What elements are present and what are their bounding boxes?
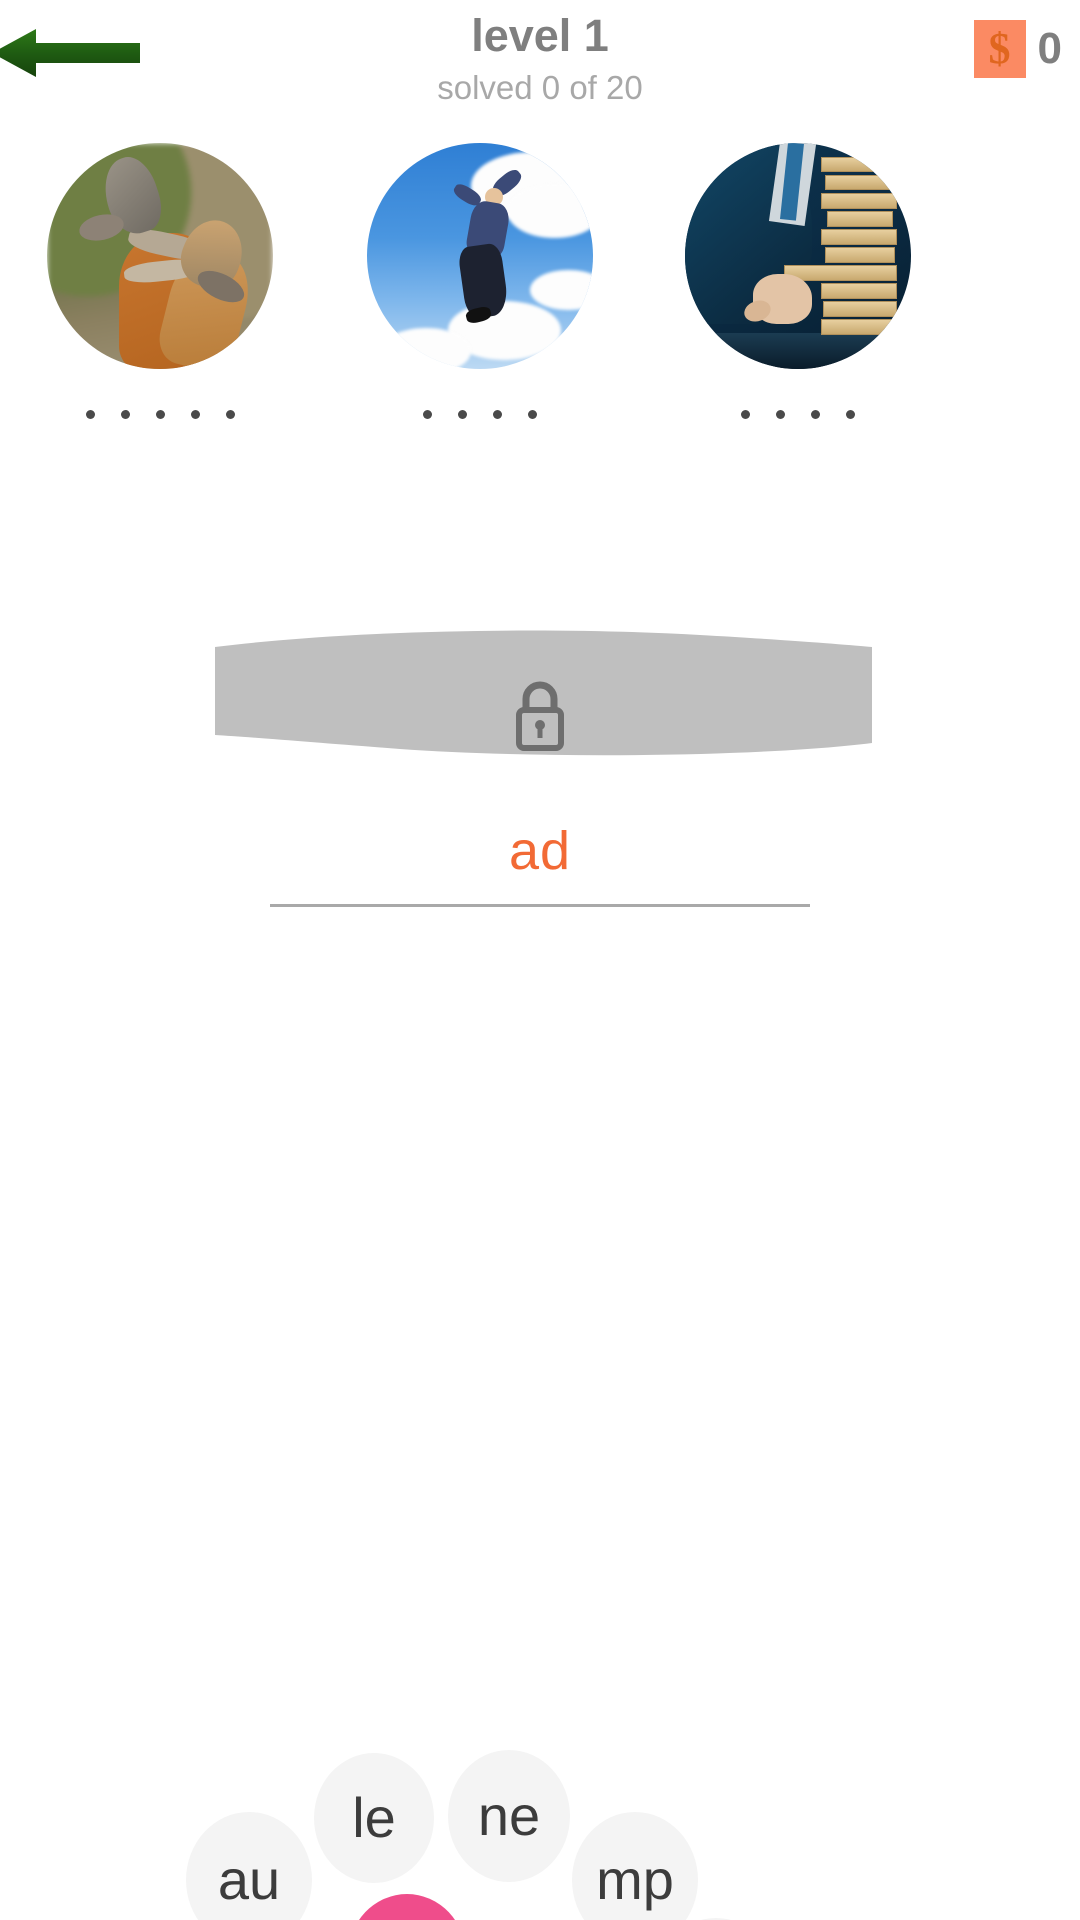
tile-label: ne	[477, 1784, 541, 1847]
letter-dot	[155, 409, 165, 419]
letter-dot	[120, 409, 130, 419]
syllable-tile-au[interactable]: au	[186, 1812, 312, 1920]
letter-dot	[528, 409, 537, 419]
letter-dot	[846, 409, 855, 419]
puzzle-item-2[interactable]	[330, 143, 630, 421]
letter-dot	[493, 409, 502, 419]
puzzle-image-row	[0, 143, 1080, 533]
letter-dot	[741, 409, 750, 419]
letter-dot	[423, 409, 432, 419]
tile-label: mp	[596, 1848, 674, 1911]
tile-label: le	[352, 1786, 396, 1849]
letter-dot	[776, 409, 785, 419]
letter-dot	[190, 409, 200, 419]
answer-value: ad	[508, 821, 572, 881]
answer-dots-1	[10, 407, 310, 421]
header-titles: level 1 solved 0 of 20	[0, 8, 1080, 110]
answer-dots-3	[648, 407, 948, 421]
letter-dot	[85, 409, 95, 419]
person-jumping-sky-photo[interactable]	[367, 143, 593, 369]
game-screen: level 1 solved 0 of 20 $ 0 ad le ne au m…	[0, 0, 1080, 1920]
jenga-tower-hand-photo[interactable]	[685, 143, 911, 369]
answer-underline	[270, 904, 810, 907]
letter-dot	[458, 409, 467, 419]
syllable-tile-le[interactable]: le	[314, 1753, 434, 1883]
coin-counter[interactable]: $ 0	[973, 20, 1062, 78]
letter-dot	[811, 409, 820, 419]
coin-count-label: 0	[1037, 24, 1062, 73]
header-bar: level 1 solved 0 of 20 $ 0	[0, 0, 1080, 115]
page-title: level 1	[471, 10, 609, 61]
letter-dot	[225, 409, 235, 419]
dollar-coin-icon: $	[973, 20, 1026, 78]
answer-area: ad	[0, 820, 1080, 907]
lock-icon	[516, 681, 564, 751]
syllable-tile-cloud: leneaumpadmotfibisk?torinaghreushoinligj…	[0, 960, 1080, 1920]
syllable-tile-mp[interactable]: mp	[572, 1812, 698, 1920]
kangaroos-boxing-photo[interactable]	[47, 143, 273, 369]
syllable-tile-ne[interactable]: ne	[448, 1750, 570, 1882]
puzzle-item-3[interactable]	[648, 143, 948, 421]
locked-banner[interactable]	[0, 625, 1080, 765]
tile-label: au	[217, 1848, 281, 1911]
answer-dots-2	[330, 407, 630, 421]
syllable-tile-ad[interactable]: ad	[348, 1894, 466, 1920]
puzzle-item-1[interactable]	[10, 143, 310, 421]
progress-subtitle: solved 0 of 20	[437, 69, 643, 106]
